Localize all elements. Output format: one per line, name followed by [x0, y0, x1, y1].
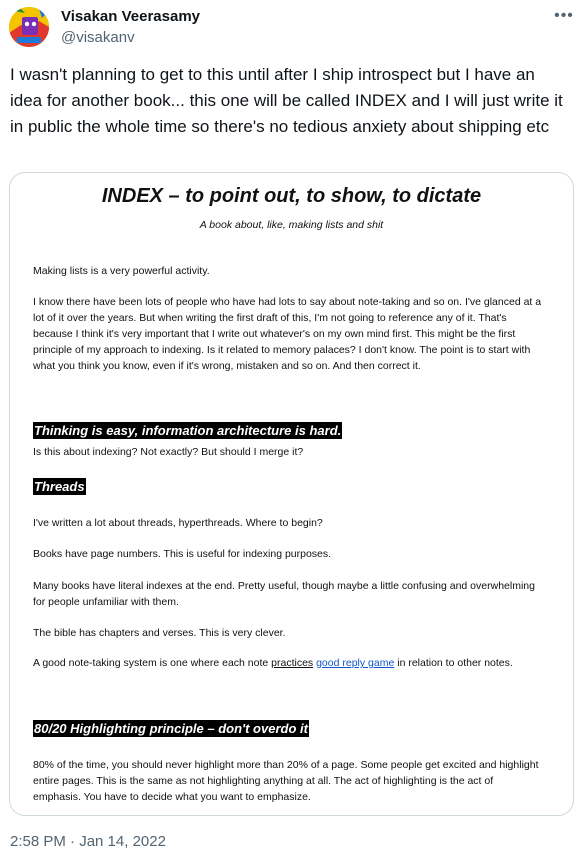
- tweet-text: I wasn't planning to get to this until a…: [10, 65, 563, 136]
- document-paragraph: Is this about indexing? Not exactly? But…: [33, 446, 304, 458]
- avatar[interactable]: [9, 7, 49, 47]
- paragraph-text: in relation to other notes.: [394, 657, 513, 669]
- document-heading: 80/20 Highlighting principle – don't ove…: [33, 720, 309, 737]
- document-page: INDEX – to point out, to show, to dictat…: [10, 173, 573, 815]
- document-title: INDEX – to point out, to show, to dictat…: [101, 185, 482, 207]
- paragraph-text: A good note-taking system is one where e…: [33, 657, 272, 669]
- user-display-name[interactable]: Visakan Veerasamy: [61, 8, 200, 25]
- document-paragraph: A good note-taking system is one where e…: [33, 655, 543, 671]
- user-handle[interactable]: @visakanv: [61, 29, 135, 46]
- more-horizontal-icon: •••: [554, 7, 574, 24]
- document-paragraph: I've written a lot about threads, hypert…: [33, 517, 323, 529]
- document-heading: Thinking is easy, information architectu…: [33, 422, 343, 439]
- attached-document-image[interactable]: INDEX – to point out, to show, to dictat…: [9, 172, 574, 816]
- document-subtitle: A book about, like, making lists and shi…: [199, 219, 384, 231]
- tweet-timestamp[interactable]: 2:58 PM · Jan 14, 2022: [10, 833, 166, 850]
- document-paragraph: Many books have literal indexes at the e…: [33, 580, 535, 608]
- document-paragraph: 80% of the time, you should never highli…: [33, 759, 539, 803]
- document-paragraph: I know there have been lots of people wh…: [33, 296, 542, 372]
- avatar-graphic: [9, 7, 49, 47]
- document-paragraph: Making lists is a very powerful activity…: [33, 265, 210, 277]
- good-reply-game-link[interactable]: good reply game: [316, 657, 394, 669]
- document-heading: Threads: [33, 478, 86, 495]
- tweet: Visakan Veerasamy @visakanv ••• I wasn't…: [0, 0, 583, 864]
- document-paragraph: The bible has chapters and verses. This …: [33, 627, 286, 639]
- practices-link[interactable]: practices: [271, 657, 313, 669]
- document-paragraph: Books have page numbers. This is useful …: [33, 548, 332, 560]
- more-options-button[interactable]: •••: [552, 6, 576, 26]
